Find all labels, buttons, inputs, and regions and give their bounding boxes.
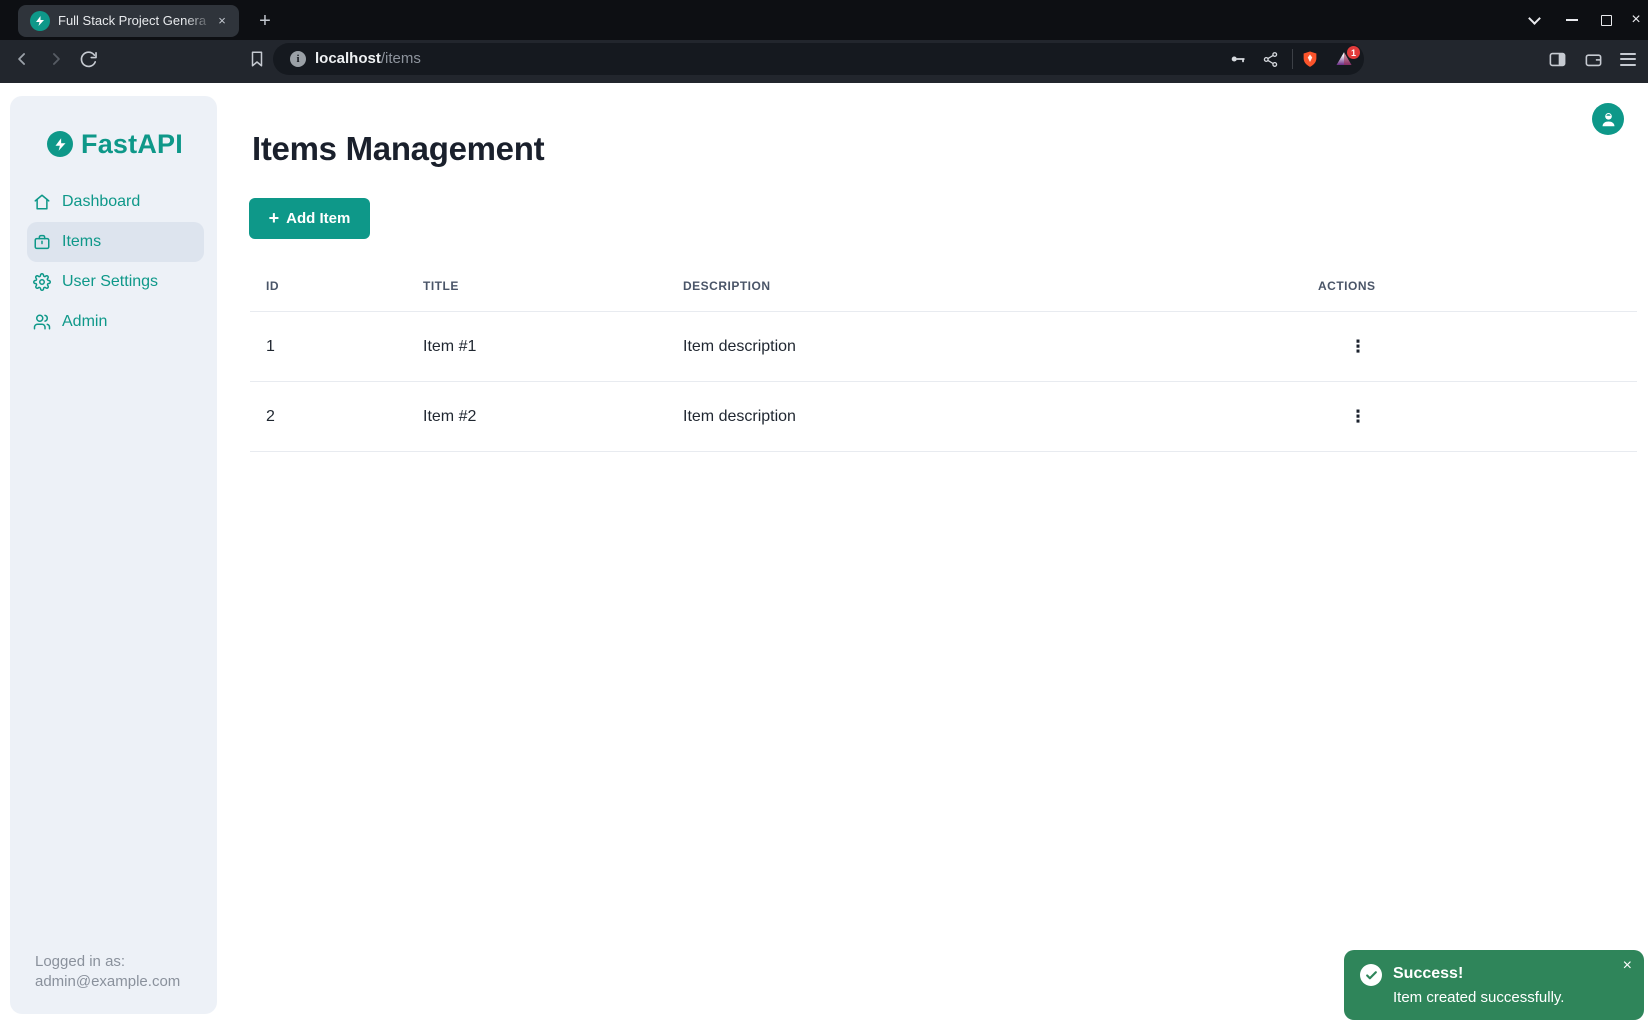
sidebar-item-user-settings[interactable]: User Settings [27,262,204,302]
row-actions-kebab-icon[interactable]: ⋮ [1346,335,1370,359]
gear-icon [33,273,51,291]
logged-in-info: Logged in as: admin@example.com [35,952,180,992]
wallet-icon[interactable] [1581,47,1605,71]
browser-tab[interactable]: Full Stack Project Genera × [18,5,239,37]
sidebar-item-label: Items [62,233,101,251]
url-host: localhost [315,50,381,67]
column-header-description: DESCRIPTION [667,279,1302,293]
check-circle-icon [1360,964,1382,986]
user-icon [1599,110,1618,129]
brave-shield-icon[interactable] [1301,50,1319,68]
cell-description: Item description [667,408,1302,426]
tab-close-icon[interactable]: × [213,12,231,30]
table-row: 1 Item #1 Item description ⋮ [250,312,1637,382]
sidebar-item-items[interactable]: Items [27,222,204,262]
user-menu-avatar[interactable] [1592,103,1624,135]
back-icon[interactable] [10,47,34,71]
forward-icon[interactable] [44,47,68,71]
sidebar-item-dashboard[interactable]: Dashboard [27,182,204,222]
column-header-actions: ACTIONS [1302,279,1637,293]
cell-title: Item #2 [407,408,667,426]
fastapi-bolt-icon [47,131,73,157]
page-title: Items Management [252,131,544,167]
reload-icon[interactable] [76,47,100,71]
menu-icon[interactable] [1616,47,1640,71]
add-item-label: Add Item [286,210,350,227]
fastapi-logo: FastAPI [47,131,183,157]
new-tab-button[interactable]: + [252,8,278,34]
tab-strip: Full Stack Project Genera × + × [0,0,1648,40]
address-bar[interactable]: i localhost/items 1 [273,43,1364,75]
window-close-button[interactable]: × [1624,8,1648,32]
add-item-button[interactable]: + Add Item [249,198,370,239]
sidebar-item-label: Admin [62,313,107,331]
share-icon[interactable] [1261,50,1279,68]
sidebar-item-admin[interactable]: Admin [27,302,204,342]
logged-in-email: admin@example.com [35,972,180,992]
rewards-badge: 1 [1347,46,1360,59]
toast-title: Success! [1393,964,1463,984]
plus-icon: + [269,209,280,227]
column-header-title: TITLE [407,279,667,293]
success-toast: Success! Item created successfully. × [1344,950,1644,1020]
table-row: 2 Item #2 Item description ⋮ [250,382,1637,452]
home-icon [33,193,51,211]
logged-in-label: Logged in as: [35,952,180,972]
bookmark-icon[interactable] [245,47,269,71]
password-key-icon[interactable] [1229,50,1247,68]
briefcase-icon [33,233,51,251]
site-info-icon[interactable]: i [290,51,306,67]
row-actions-kebab-icon[interactable]: ⋮ [1346,405,1370,429]
tab-title: Full Stack Project Genera [58,12,213,30]
sidebar-toggle-icon[interactable] [1545,47,1569,71]
sidebar-item-label: Dashboard [62,193,140,211]
toolbar-separator [1292,49,1293,69]
cell-title: Item #1 [407,338,667,356]
maximize-button[interactable] [1594,8,1618,32]
cell-id: 2 [250,408,407,426]
toast-message: Item created successfully. [1393,988,1564,1008]
sidebar-item-label: User Settings [62,273,158,291]
cell-description: Item description [667,338,1302,356]
minimize-button[interactable] [1560,8,1584,32]
toast-close-icon[interactable]: × [1621,956,1634,976]
url-text[interactable]: localhost/items [315,50,421,68]
brand-name: FastAPI [81,131,183,157]
sidebar-nav: Dashboard Items User Settings Admin [27,182,204,342]
items-table: ID TITLE DESCRIPTION ACTIONS 1 Item #1 I… [250,260,1637,452]
url-path: /items [381,50,421,67]
fastapi-favicon-icon [30,11,50,31]
column-header-id: ID [250,279,407,293]
table-header-row: ID TITLE DESCRIPTION ACTIONS [250,260,1637,312]
tab-search-icon[interactable] [1522,8,1546,32]
browser-window: Full Stack Project Genera × + × i localh… [0,0,1648,1025]
cell-id: 1 [250,338,407,356]
users-icon [33,313,51,331]
